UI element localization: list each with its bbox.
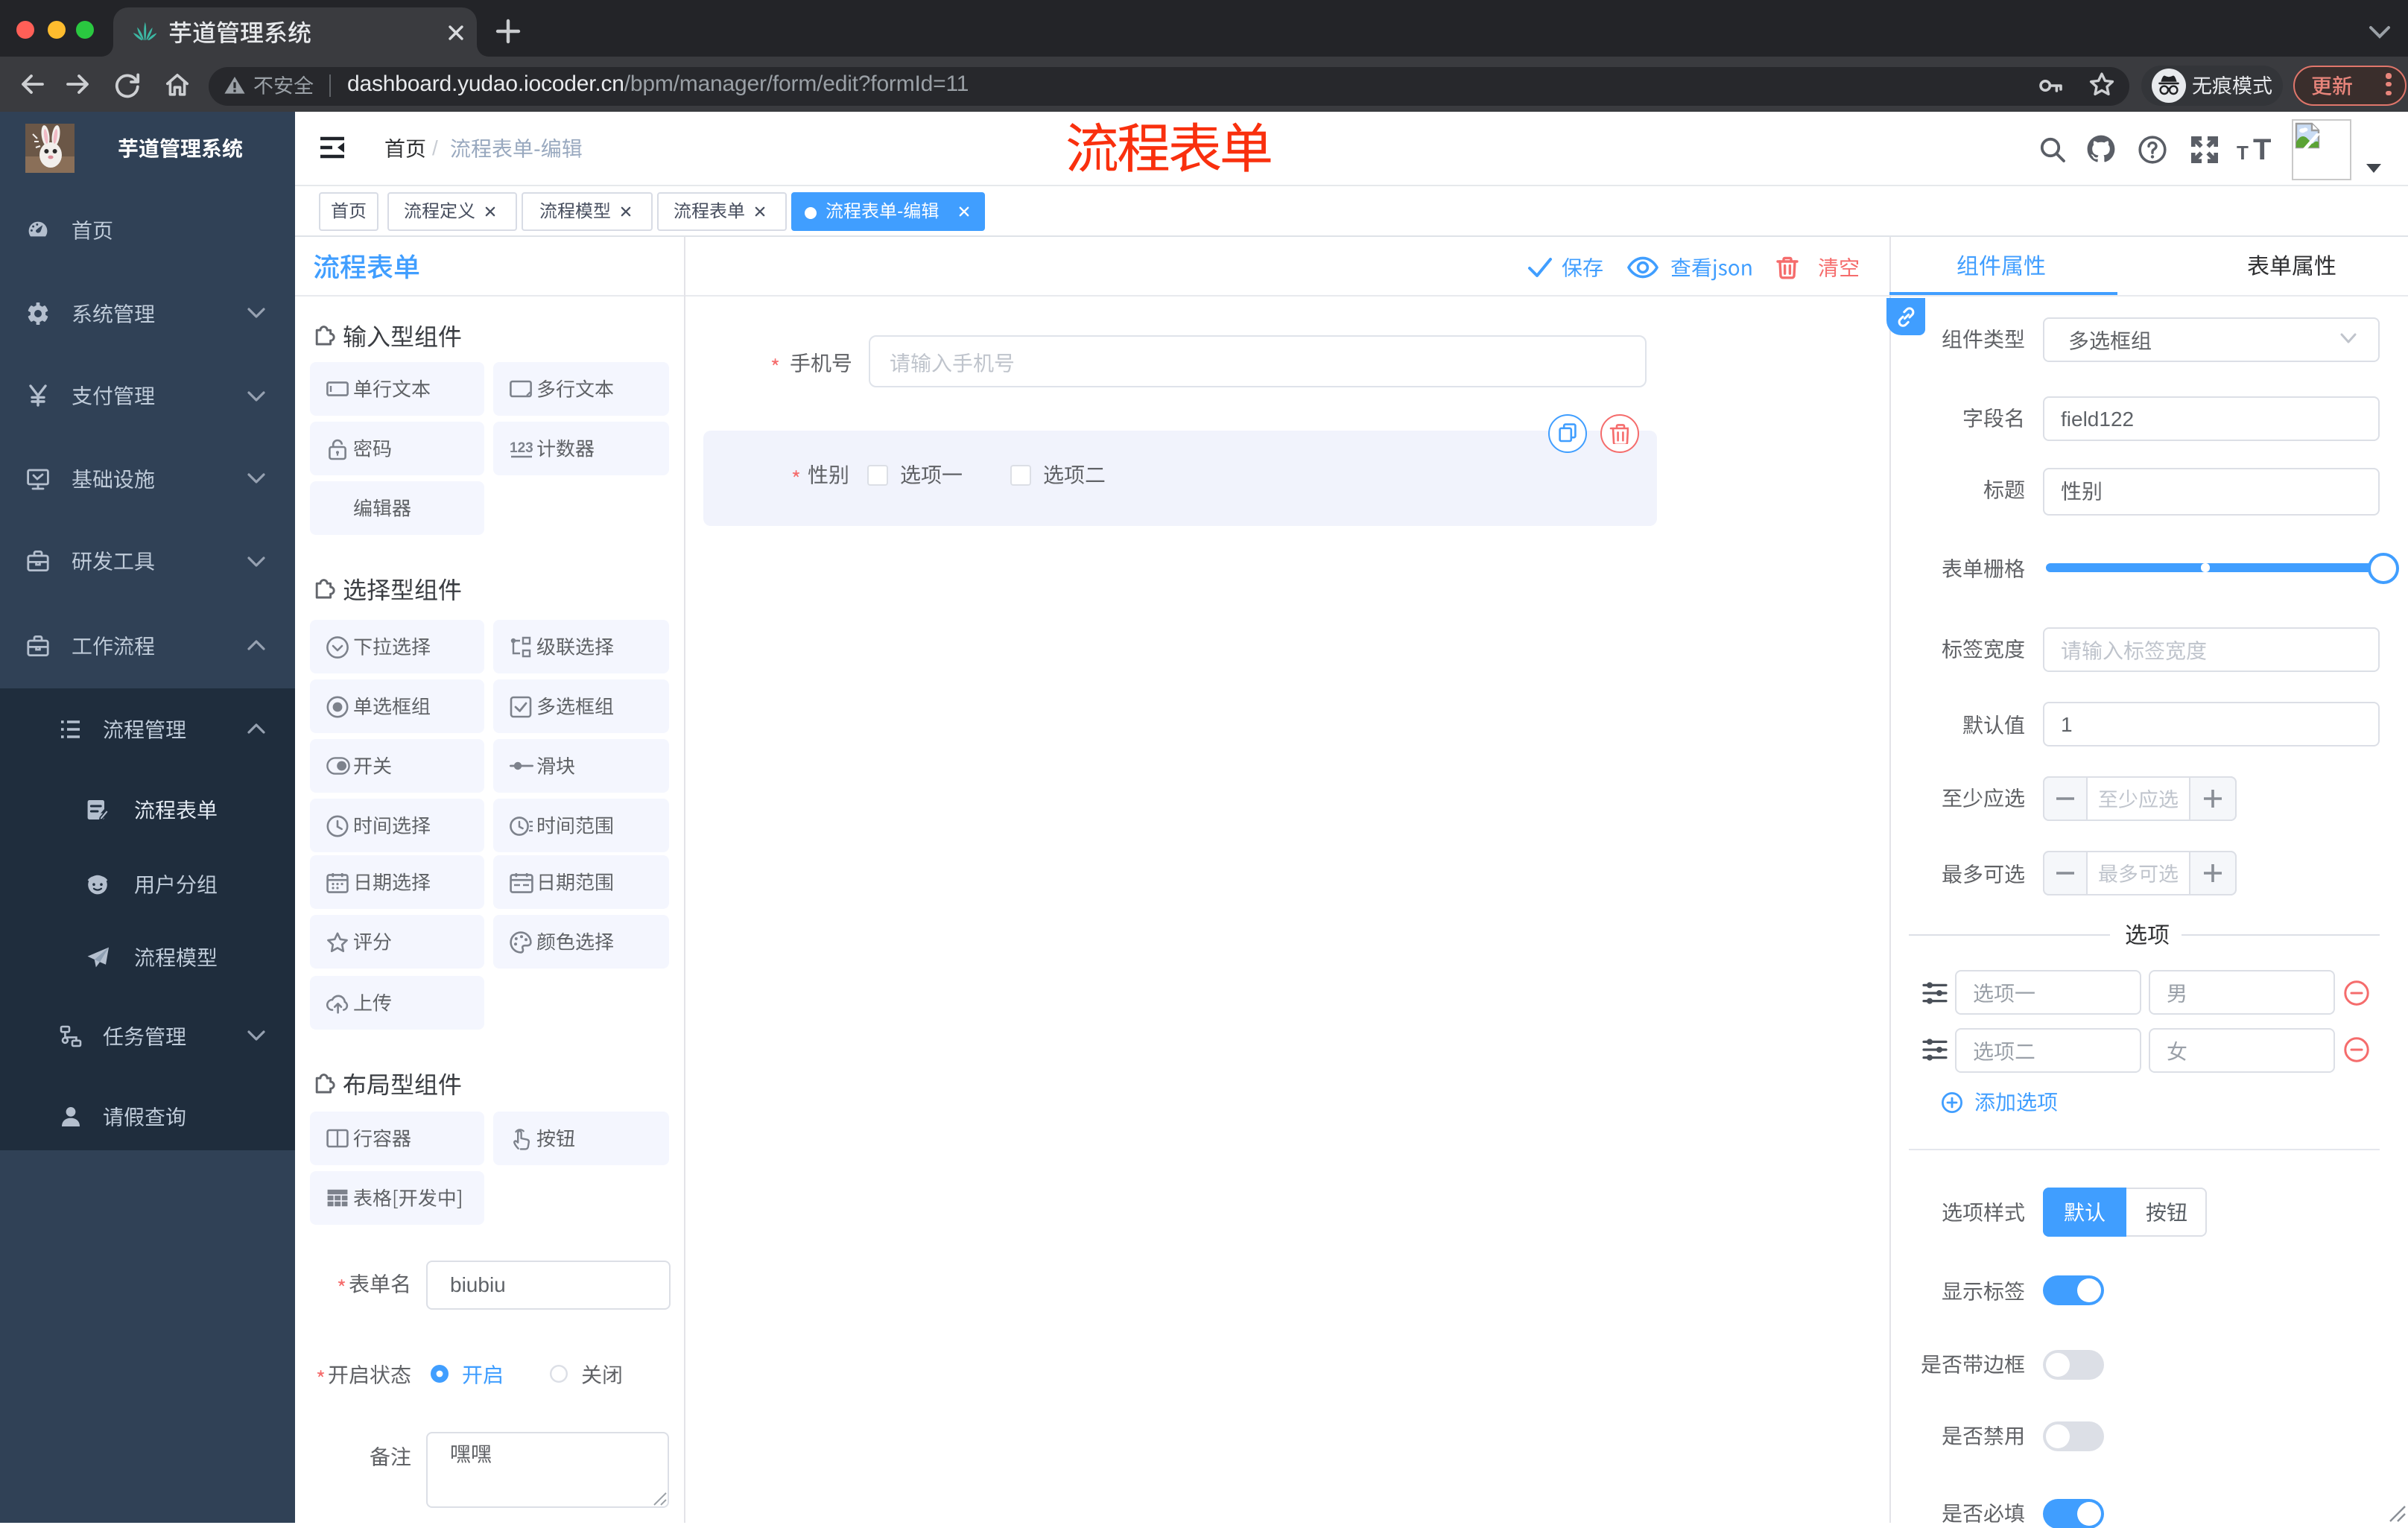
svg-text:T: T	[2237, 141, 2249, 163]
svg-text:123: 123	[509, 440, 533, 456]
svg-text:T: T	[2253, 135, 2271, 163]
